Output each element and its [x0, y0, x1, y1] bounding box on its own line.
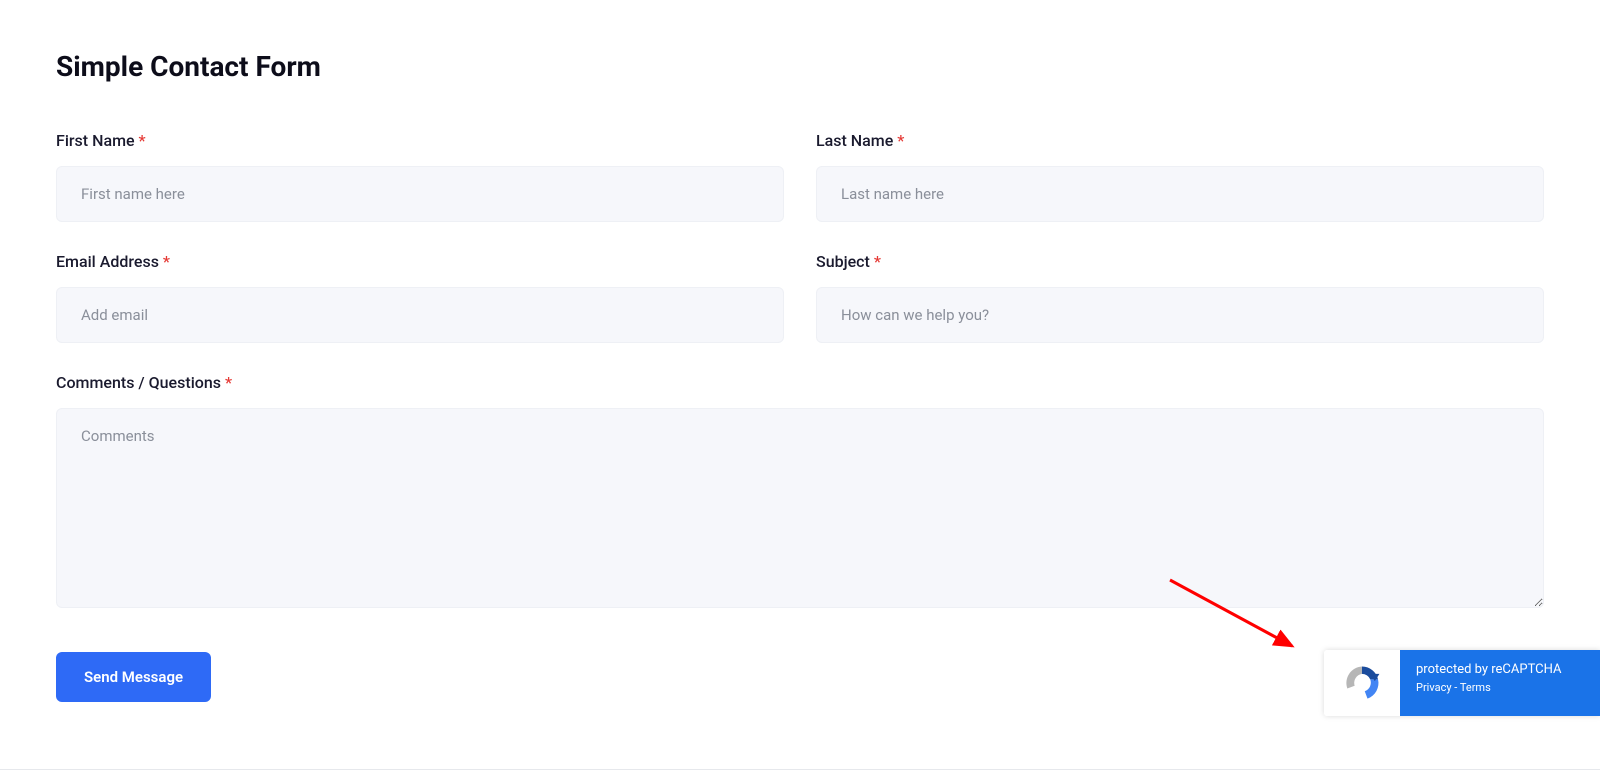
- recaptcha-icon-box: [1324, 650, 1400, 716]
- last-name-label: Last Name *: [816, 131, 1544, 150]
- recaptcha-title: protected by reCAPTCHA: [1416, 662, 1582, 677]
- first-name-group: First Name *: [56, 131, 784, 222]
- recaptcha-icon: [1340, 661, 1384, 705]
- subject-input[interactable]: [816, 287, 1544, 343]
- subject-label-text: Subject: [816, 252, 874, 271]
- email-label-text: Email Address: [56, 252, 163, 271]
- comments-label: Comments / Questions *: [56, 373, 1544, 392]
- required-mark: *: [139, 131, 146, 150]
- contact-form: First Name * Last Name * Email Address *…: [56, 131, 1544, 702]
- first-name-input[interactable]: [56, 166, 784, 222]
- comments-group: Comments / Questions *: [56, 373, 1544, 608]
- last-name-group: Last Name *: [816, 131, 1544, 222]
- bottom-divider: [0, 769, 1600, 770]
- last-name-label-text: Last Name: [816, 131, 897, 150]
- subject-group: Subject *: [816, 252, 1544, 343]
- email-group: Email Address *: [56, 252, 784, 343]
- required-mark: *: [225, 373, 232, 392]
- comments-label-text: Comments / Questions: [56, 373, 225, 392]
- comments-textarea[interactable]: [56, 408, 1544, 608]
- first-name-label: First Name *: [56, 131, 784, 150]
- required-mark: *: [874, 252, 881, 271]
- recaptcha-terms-link[interactable]: Terms: [1460, 681, 1491, 694]
- recaptcha-links: Privacy - Terms: [1416, 681, 1582, 694]
- send-message-button[interactable]: Send Message: [56, 652, 211, 702]
- email-label: Email Address *: [56, 252, 784, 271]
- page-title: Simple Contact Form: [56, 50, 1544, 83]
- required-mark: *: [163, 252, 170, 271]
- recaptcha-badge[interactable]: protected by reCAPTCHA Privacy - Terms: [1324, 650, 1600, 716]
- email-input[interactable]: [56, 287, 784, 343]
- subject-label: Subject *: [816, 252, 1544, 271]
- required-mark: *: [897, 131, 904, 150]
- recaptcha-privacy-link[interactable]: Privacy: [1416, 681, 1452, 694]
- recaptcha-text-box: protected by reCAPTCHA Privacy - Terms: [1400, 650, 1600, 716]
- first-name-label-text: First Name: [56, 131, 139, 150]
- last-name-input[interactable]: [816, 166, 1544, 222]
- recaptcha-separator: -: [1452, 681, 1460, 694]
